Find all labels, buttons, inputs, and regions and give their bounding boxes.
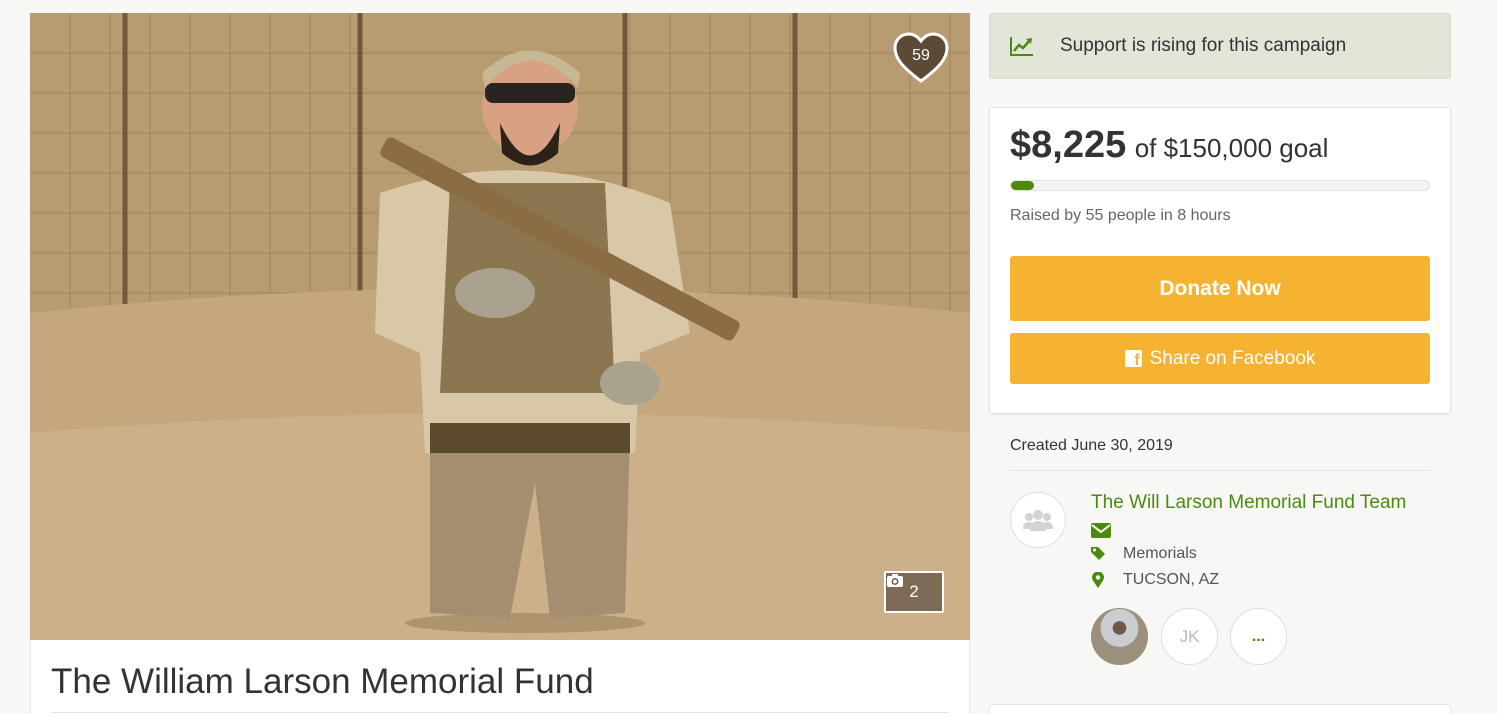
location-row: TUCSON, AZ [1091, 571, 1219, 589]
category-link[interactable]: Memorials [1123, 545, 1197, 563]
goal-amount: of $150,000 goal [1134, 133, 1329, 163]
divider [1010, 470, 1430, 471]
photo-count: 2 [909, 582, 919, 601]
campaign-photo[interactable]: 59 2 [30, 13, 970, 640]
facebook-icon: f [1124, 350, 1142, 369]
more-helpers-button[interactable]: ... [1230, 608, 1287, 665]
favorite-button[interactable]: 59 [892, 31, 950, 85]
photo-illustration [30, 13, 970, 640]
share-label: Share on Facebook [1149, 347, 1316, 369]
amount-raised: $8,225 [1010, 124, 1127, 166]
momentum-text: Support is rising for this campaign [1060, 35, 1347, 56]
map-marker-icon [1092, 572, 1104, 588]
organizer-avatar[interactable] [1010, 492, 1066, 548]
created-date: Created June 30, 2019 [1010, 437, 1173, 454]
envelope-icon[interactable] [1091, 523, 1111, 538]
donation-card: $8,225 of $150,000 goal Raised by 55 peo… [989, 107, 1451, 414]
photo-gallery-button[interactable]: 2 [884, 571, 944, 613]
amount-summary: $8,225 of $150,000 goal [1010, 124, 1328, 167]
progress-fill [1011, 181, 1034, 190]
camera-icon [887, 574, 903, 587]
helper-avatar-photo[interactable] [1091, 608, 1148, 665]
organizer-name-link[interactable]: The Will Larson Memorial Fund Team [1091, 492, 1406, 514]
category-row: Memorials [1091, 545, 1197, 563]
campaign-title: The William Larson Memorial Fund [51, 662, 594, 701]
raised-by-text: Raised by 55 people in 8 hours [1010, 207, 1231, 224]
location-text: TUCSON, AZ [1123, 571, 1220, 588]
helper-avatar-initials[interactable]: JK [1161, 608, 1218, 665]
momentum-banner: Support is rising for this campaign [989, 13, 1451, 79]
campaign-title-card: The William Larson Memorial Fund [30, 640, 970, 714]
share-facebook-button[interactable]: f Share on Facebook [1010, 333, 1430, 384]
divider [51, 712, 949, 713]
heart-count: 59 [912, 47, 930, 64]
next-card [989, 704, 1451, 714]
progress-bar [1010, 180, 1430, 191]
group-icon [1023, 510, 1053, 531]
trending-up-icon [1010, 37, 1033, 56]
tag-icon [1091, 547, 1105, 560]
donate-button[interactable]: Donate Now [1010, 256, 1430, 321]
